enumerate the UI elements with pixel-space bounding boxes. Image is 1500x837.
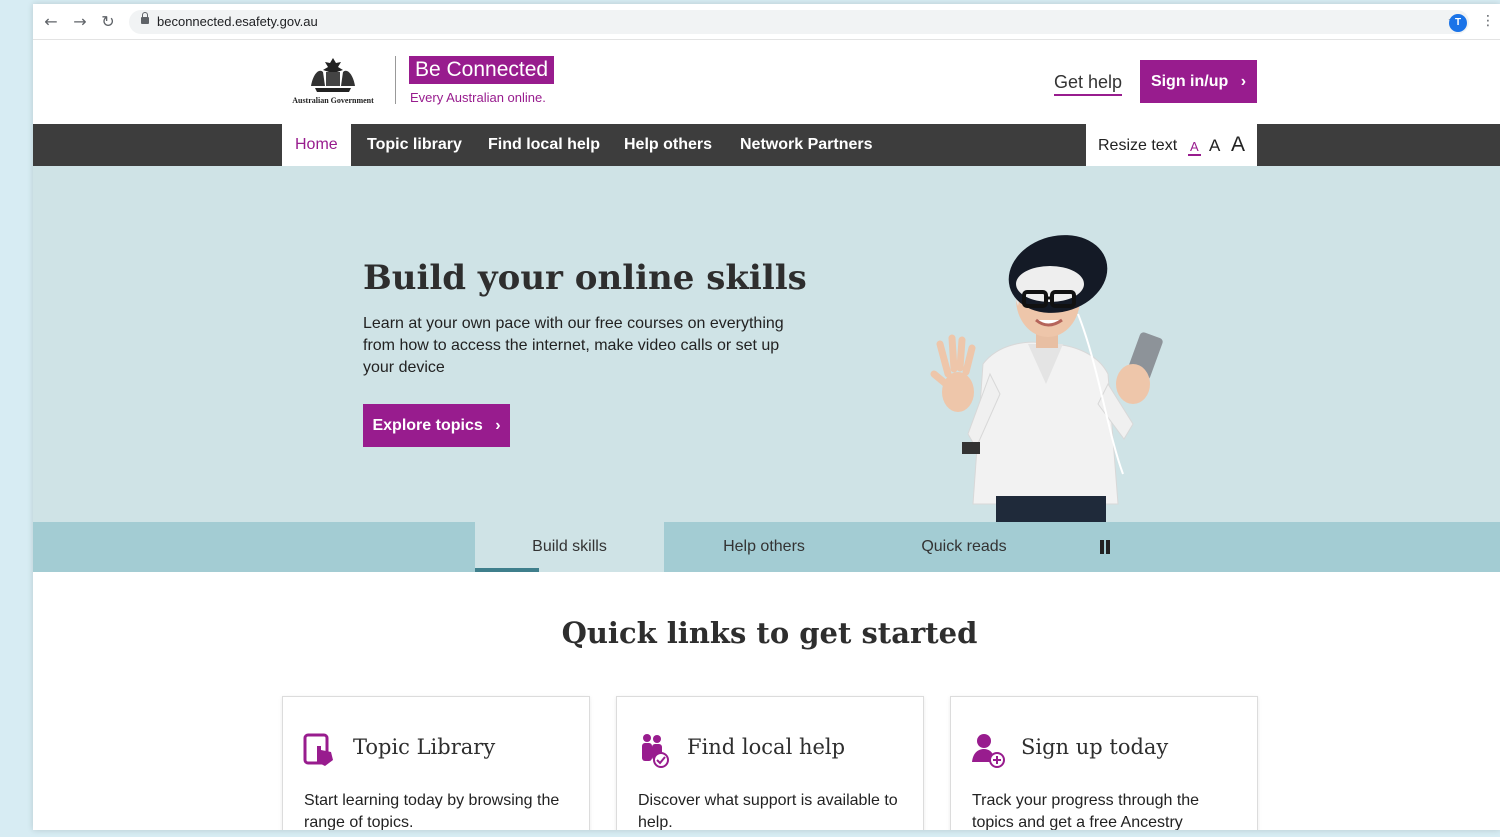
government-label: Australian Government: [292, 96, 374, 105]
chevron-right-icon: ›: [1240, 73, 1247, 90]
text-size-small-button[interactable]: A: [1188, 139, 1201, 156]
lock-icon: [141, 12, 149, 24]
quick-links-title: Quick links to get started: [561, 616, 978, 650]
card-description: Start learning today by browsing the ran…: [304, 792, 560, 830]
browser-menu-icon[interactable]: ⋮: [1481, 13, 1495, 29]
add-user-icon: [972, 734, 1005, 768]
card-description: Discover what support is available to he…: [638, 792, 898, 830]
nav-item-help-others[interactable]: Help others: [624, 124, 712, 166]
be-connected-logo[interactable]: Be Connected: [409, 56, 555, 84]
address-bar[interactable]: beconnected.esafety.gov.au ☆: [129, 10, 1469, 34]
tab-build-skills-label: Build skills: [532, 538, 607, 555]
quick-link-card-topic-library[interactable]: Topic Library Start learning today by br…: [282, 696, 590, 830]
hero-title: Build your online skills: [363, 258, 807, 298]
reload-icon[interactable]: ↻: [99, 13, 117, 31]
carousel-tabs: Build skills Help others Quick reads: [33, 522, 1500, 572]
get-help-link[interactable]: Get help: [1054, 72, 1123, 96]
chevron-right-icon: ›: [495, 417, 501, 434]
main-navigation: Home Topic library Find local help Help …: [33, 124, 1500, 166]
browser-toolbar: ← → ↻ beconnected.esafety.gov.au ☆ T ⋮: [33, 4, 1500, 40]
nav-item-home[interactable]: Home: [282, 124, 351, 166]
tab-progress-indicator: [475, 568, 539, 572]
tab-help-others[interactable]: Help others: [664, 522, 864, 572]
tablet-touch-icon: [303, 733, 333, 766]
resize-text-label: Resize text: [1098, 137, 1178, 154]
coat-of-arms-icon: [311, 58, 355, 92]
card-description: Track your progress through the topics a…: [972, 792, 1200, 830]
text-size-large-button[interactable]: A: [1231, 133, 1245, 157]
sign-in-label: Sign in/up: [1150, 73, 1229, 90]
card-title: Find local help: [687, 735, 846, 759]
text-size-medium-button[interactable]: A: [1209, 136, 1220, 156]
nav-item-network-partners[interactable]: Network Partners: [740, 124, 873, 166]
people-check-icon: [642, 734, 669, 768]
card-title: Topic Library: [353, 735, 496, 759]
nav-item-topic-library[interactable]: Topic library: [367, 124, 462, 166]
quick-link-card-sign-up[interactable]: Sign up today Track your progress throug…: [950, 696, 1258, 830]
explore-topics-label: Explore topics: [372, 417, 483, 434]
sign-in-button[interactable]: Sign in/up ›: [1140, 60, 1257, 103]
brand-tagline: Every Australian online.: [410, 90, 546, 105]
tab-quick-reads[interactable]: Quick reads: [864, 522, 1064, 572]
nav-item-find-local-help[interactable]: Find local help: [488, 124, 600, 166]
forward-arrow-icon[interactable]: →: [71, 13, 89, 31]
card-title: Sign up today: [1021, 735, 1169, 759]
hero-banner: Build your online skills Learn at your o…: [33, 166, 1500, 522]
url-text: beconnected.esafety.gov.au: [157, 14, 318, 29]
australian-government-logo[interactable]: Australian Government: [283, 56, 383, 106]
hero-woman-illustration: [930, 235, 1163, 522]
quick-link-card-find-local-help[interactable]: Find local help Discover what support is…: [616, 696, 924, 830]
hero-description: Learn at your own pace with our free cou…: [363, 315, 784, 376]
back-arrow-icon[interactable]: ←: [42, 13, 60, 31]
logo-divider: [395, 56, 396, 104]
resize-text-control: Resize text A A A: [1086, 124, 1257, 166]
pause-icon[interactable]: [1100, 540, 1110, 554]
explore-topics-button[interactable]: Explore topics ›: [363, 404, 510, 447]
profile-avatar[interactable]: T: [1449, 14, 1467, 32]
tab-build-skills[interactable]: Build skills: [475, 522, 664, 572]
browser-window: ← → ↻ beconnected.esafety.gov.au ☆ T ⋮ A…: [33, 4, 1500, 830]
